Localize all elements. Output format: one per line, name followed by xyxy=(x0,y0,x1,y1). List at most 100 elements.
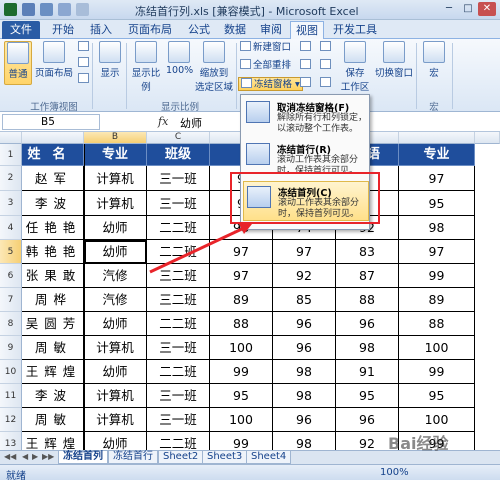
column-header-g[interactable] xyxy=(399,132,475,144)
first-sheet-icon[interactable]: ◀◀ xyxy=(4,452,16,461)
table-cell[interactable]: 87 xyxy=(336,264,399,288)
arrange-all-button[interactable]: 全部重排 xyxy=(240,59,291,73)
column-header-b[interactable]: B xyxy=(84,132,147,144)
table-cell[interactable]: 幼师 xyxy=(84,240,147,264)
table-cell[interactable]: 三一班 xyxy=(147,191,210,216)
sheet-tab-sheet2[interactable]: Sheet2 xyxy=(158,451,204,464)
row-header[interactable]: 11 xyxy=(0,384,22,408)
redo-icon[interactable] xyxy=(58,3,71,16)
table-cell[interactable]: 李波 xyxy=(22,384,84,408)
table-cell[interactable]: 周桦 xyxy=(22,288,84,312)
table-cell[interactable]: 100 xyxy=(210,408,273,432)
row-header[interactable]: 3 xyxy=(0,191,22,216)
table-cell[interactable]: 三一班 xyxy=(147,408,210,432)
table-cell[interactable]: 幼师 xyxy=(84,216,147,240)
full-screen-button[interactable] xyxy=(78,73,91,87)
split-button[interactable] xyxy=(300,41,313,55)
page-layout-view-button[interactable]: 页面布局 xyxy=(34,41,74,85)
table-cell[interactable]: 85 xyxy=(273,288,336,312)
new-window-button[interactable]: 新建窗口 xyxy=(240,41,291,55)
sheet-tab-freeze-column[interactable]: 冻结首列 xyxy=(58,451,108,464)
table-cell[interactable]: 97 xyxy=(210,240,273,264)
table-cell[interactable]: 95 xyxy=(399,384,475,408)
table-cell[interactable]: 周敏 xyxy=(22,408,84,432)
table-cell[interactable]: 96 xyxy=(273,312,336,336)
table-cell[interactable]: 二二班 xyxy=(147,240,210,264)
table-header-cell[interactable]: 专业 xyxy=(399,144,475,166)
table-header-cell[interactable]: 专业 xyxy=(84,144,147,166)
zoom-button[interactable]: 显示比例 xyxy=(128,41,164,93)
row-header[interactable]: 12 xyxy=(0,408,22,432)
column-header-c[interactable]: C xyxy=(147,132,210,144)
table-cell[interactable]: 汽修 xyxy=(84,288,147,312)
row-header[interactable]: 10 xyxy=(0,360,22,384)
table-cell[interactable]: 李波 xyxy=(22,191,84,216)
table-cell[interactable]: 二二班 xyxy=(147,312,210,336)
tab-review[interactable]: 审阅 xyxy=(254,21,288,39)
column-header-a[interactable] xyxy=(22,132,84,144)
row-header[interactable]: 5 xyxy=(0,240,22,264)
table-cell[interactable]: 三一班 xyxy=(147,166,210,191)
table-cell[interactable]: 周敏 xyxy=(22,336,84,360)
tab-home[interactable]: 开始 xyxy=(46,21,80,39)
table-cell[interactable]: 98 xyxy=(273,384,336,408)
table-cell[interactable]: 幼师 xyxy=(84,312,147,336)
table-cell[interactable]: 幼师 xyxy=(84,360,147,384)
row-header[interactable]: 7 xyxy=(0,288,22,312)
table-cell[interactable]: 92 xyxy=(273,264,336,288)
table-cell[interactable]: 赵军 xyxy=(22,166,84,191)
table-cell[interactable]: 100 xyxy=(399,408,475,432)
table-header-cell[interactable]: 班级 xyxy=(147,144,210,166)
custom-views-button[interactable] xyxy=(78,57,91,71)
row-header[interactable]: 2 xyxy=(0,166,22,191)
corner-select-all[interactable] xyxy=(0,132,22,144)
table-cell[interactable]: 汽修 xyxy=(84,264,147,288)
table-cell[interactable]: 98 xyxy=(273,360,336,384)
page-break-preview-button[interactable] xyxy=(78,41,91,55)
table-cell[interactable]: 88 xyxy=(336,288,399,312)
menu-item-unfreeze[interactable]: 取消冻结窗格(F) 解除所有行和列锁定，以滚动整个工作表。 xyxy=(243,97,369,137)
tab-data[interactable]: 数据 xyxy=(218,21,252,39)
row-header[interactable]: 8 xyxy=(0,312,22,336)
table-cell[interactable]: 99 xyxy=(399,360,475,384)
switch-window-button[interactable]: 切换窗口 xyxy=(374,41,414,85)
zoom-selection-button[interactable]: 缩放到 选定区域 xyxy=(194,41,234,97)
sheet-tab-freeze-row[interactable]: 冻结首行 xyxy=(108,451,158,464)
insert-function-icon[interactable]: fx xyxy=(158,115,168,128)
table-cell[interactable]: 96 xyxy=(273,336,336,360)
table-cell[interactable]: 97 xyxy=(210,264,273,288)
table-cell[interactable]: 89 xyxy=(399,288,475,312)
name-box[interactable]: B5 xyxy=(2,114,100,130)
vertical-scrollbar-top[interactable] xyxy=(475,132,500,144)
table-cell[interactable]: 88 xyxy=(210,312,273,336)
tab-developer[interactable]: 开发工具 xyxy=(328,21,382,39)
table-cell[interactable]: 96 xyxy=(336,408,399,432)
table-cell[interactable]: 98 xyxy=(399,216,475,240)
table-cell[interactable]: 任艳艳 xyxy=(22,216,84,240)
show-button[interactable]: 显示 xyxy=(96,41,124,85)
table-cell[interactable]: 88 xyxy=(399,312,475,336)
tab-formulas[interactable]: 公式 xyxy=(182,21,216,39)
table-cell[interactable]: 97 xyxy=(399,240,475,264)
table-header-cell[interactable]: 姓名 xyxy=(22,144,84,166)
save-icon[interactable] xyxy=(22,3,35,16)
macros-button[interactable]: 宏 xyxy=(420,41,448,85)
table-cell[interactable]: 计算机 xyxy=(84,191,147,216)
tab-file[interactable]: 文件 xyxy=(2,21,40,39)
close-button[interactable]: ✕ xyxy=(478,2,496,16)
table-cell[interactable]: 100 xyxy=(399,336,475,360)
zoom-100-button[interactable]: 100% xyxy=(166,41,193,85)
table-cell[interactable]: 95 xyxy=(210,384,273,408)
zoom-level[interactable]: 100% xyxy=(380,467,409,478)
view-side-by-side-button[interactable] xyxy=(320,41,333,55)
table-cell[interactable]: 计算机 xyxy=(84,166,147,191)
last-sheet-icon[interactable]: ▶▶ xyxy=(42,452,54,461)
table-cell[interactable]: 吴圆芳 xyxy=(22,312,84,336)
prev-sheet-icon[interactable]: ◀ xyxy=(22,452,28,461)
table-cell[interactable]: 计算机 xyxy=(84,384,147,408)
formula-input[interactable]: 幼师 xyxy=(180,115,202,131)
table-cell[interactable]: 96 xyxy=(336,312,399,336)
table-cell[interactable]: 97 xyxy=(273,240,336,264)
tab-view[interactable]: 视图 xyxy=(290,21,324,39)
tab-page-layout[interactable]: 页面布局 xyxy=(122,21,178,39)
